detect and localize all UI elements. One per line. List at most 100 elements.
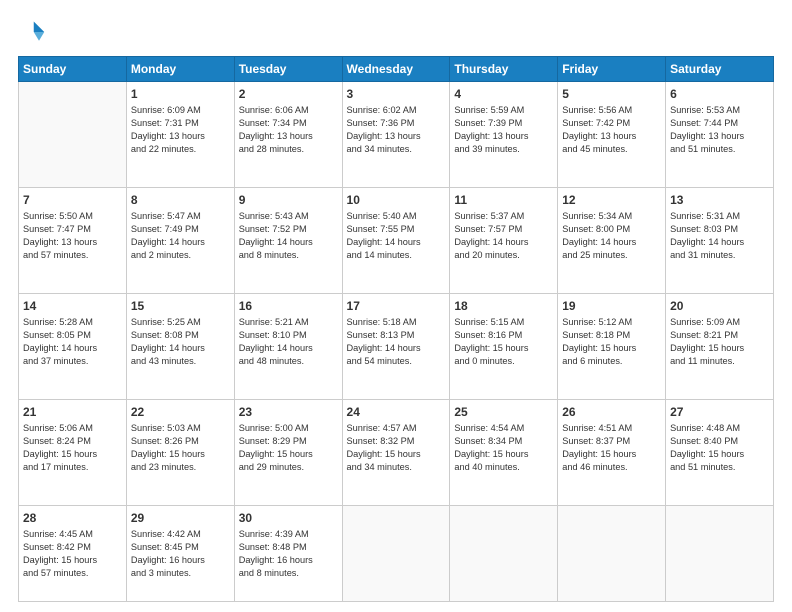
calendar-cell: 9 Sunrise: 5:43 AM Sunset: 7:52 PM Daylig… xyxy=(234,187,342,293)
day-number: 15 xyxy=(131,298,230,314)
calendar-cell: 28 Sunrise: 4:45 AM Sunset: 8:42 PM Dayli… xyxy=(19,505,127,601)
day-number: 22 xyxy=(131,404,230,420)
day-number: 21 xyxy=(23,404,122,420)
day-number: 11 xyxy=(454,192,553,208)
day-number: 16 xyxy=(239,298,338,314)
day-number: 20 xyxy=(670,298,769,314)
header xyxy=(18,18,774,46)
week-row-3: 14 Sunrise: 5:28 AM Sunset: 8:05 PM Dayli… xyxy=(19,293,774,399)
day-number: 26 xyxy=(562,404,661,420)
calendar-cell: 29 Sunrise: 4:42 AM Sunset: 8:45 PM Dayli… xyxy=(126,505,234,601)
day-info: Sunrise: 4:45 AM Sunset: 8:42 PM Dayligh… xyxy=(23,528,122,580)
week-row-1: 1Sunrise: 6:09 AM Sunset: 7:31 PM Daylig… xyxy=(19,82,774,188)
calendar-cell: 23 Sunrise: 5:00 AM Sunset: 8:29 PM Dayli… xyxy=(234,399,342,505)
day-info: Sunrise: 5:50 AM Sunset: 7:47 PM Dayligh… xyxy=(23,210,122,262)
day-number: 12 xyxy=(562,192,661,208)
day-number: 23 xyxy=(239,404,338,420)
calendar-cell xyxy=(450,505,558,601)
day-number: 24 xyxy=(347,404,446,420)
day-number: 3 xyxy=(347,86,446,102)
calendar-cell: 3 Sunrise: 6:02 AM Sunset: 7:36 PM Daylig… xyxy=(342,82,450,188)
calendar-table: SundayMondayTuesdayWednesdayThursdayFrid… xyxy=(18,56,774,602)
day-number: 5 xyxy=(562,86,661,102)
day-number: 7 xyxy=(23,192,122,208)
day-number: 14 xyxy=(23,298,122,314)
calendar-cell xyxy=(19,82,127,188)
day-info: Sunrise: 5:47 AM Sunset: 7:49 PM Dayligh… xyxy=(131,210,230,262)
calendar-cell: 19 Sunrise: 5:12 AM Sunset: 8:18 PM Dayli… xyxy=(558,293,666,399)
day-info: Sunrise: 4:57 AM Sunset: 8:32 PM Dayligh… xyxy=(347,422,446,474)
week-row-5: 28 Sunrise: 4:45 AM Sunset: 8:42 PM Dayli… xyxy=(19,505,774,601)
calendar-cell xyxy=(342,505,450,601)
calendar-cell xyxy=(666,505,774,601)
day-number: 30 xyxy=(239,510,338,526)
day-info: Sunrise: 5:25 AM Sunset: 8:08 PM Dayligh… xyxy=(131,316,230,368)
day-info: Sunrise: 5:40 AM Sunset: 7:55 PM Dayligh… xyxy=(347,210,446,262)
day-info: Sunrise: 5:59 AM Sunset: 7:39 PM Dayligh… xyxy=(454,104,553,156)
day-number: 2 xyxy=(239,86,338,102)
day-number: 10 xyxy=(347,192,446,208)
calendar-cell: 5 Sunrise: 5:56 AM Sunset: 7:42 PM Daylig… xyxy=(558,82,666,188)
calendar-cell xyxy=(558,505,666,601)
day-info: Sunrise: 4:42 AM Sunset: 8:45 PM Dayligh… xyxy=(131,528,230,580)
calendar-cell: 24 Sunrise: 4:57 AM Sunset: 8:32 PM Dayli… xyxy=(342,399,450,505)
calendar-cell: 4 Sunrise: 5:59 AM Sunset: 7:39 PM Daylig… xyxy=(450,82,558,188)
calendar-cell: 11 Sunrise: 5:37 AM Sunset: 7:57 PM Dayli… xyxy=(450,187,558,293)
weekday-header-tuesday: Tuesday xyxy=(234,57,342,82)
day-info: Sunrise: 5:15 AM Sunset: 8:16 PM Dayligh… xyxy=(454,316,553,368)
calendar-cell: 21Sunrise: 5:06 AM Sunset: 8:24 PM Dayli… xyxy=(19,399,127,505)
day-number: 1 xyxy=(131,86,230,102)
calendar-cell: 10 Sunrise: 5:40 AM Sunset: 7:55 PM Dayli… xyxy=(342,187,450,293)
weekday-header-friday: Friday xyxy=(558,57,666,82)
page: SundayMondayTuesdayWednesdayThursdayFrid… xyxy=(0,0,792,612)
calendar-cell: 17Sunrise: 5:18 AM Sunset: 8:13 PM Dayli… xyxy=(342,293,450,399)
calendar-cell: 18 Sunrise: 5:15 AM Sunset: 8:16 PM Dayli… xyxy=(450,293,558,399)
calendar-cell: 8 Sunrise: 5:47 AM Sunset: 7:49 PM Daylig… xyxy=(126,187,234,293)
weekday-header-wednesday: Wednesday xyxy=(342,57,450,82)
weekday-header-thursday: Thursday xyxy=(450,57,558,82)
day-info: Sunrise: 5:34 AM Sunset: 8:00 PM Dayligh… xyxy=(562,210,661,262)
day-number: 28 xyxy=(23,510,122,526)
calendar-cell: 22 Sunrise: 5:03 AM Sunset: 8:26 PM Dayli… xyxy=(126,399,234,505)
weekday-header-saturday: Saturday xyxy=(666,57,774,82)
day-info: Sunrise: 5:53 AM Sunset: 7:44 PM Dayligh… xyxy=(670,104,769,156)
calendar-cell: 26Sunrise: 4:51 AM Sunset: 8:37 PM Dayli… xyxy=(558,399,666,505)
day-number: 8 xyxy=(131,192,230,208)
day-number: 9 xyxy=(239,192,338,208)
day-number: 18 xyxy=(454,298,553,314)
day-info: Sunrise: 5:03 AM Sunset: 8:26 PM Dayligh… xyxy=(131,422,230,474)
day-info: Sunrise: 4:39 AM Sunset: 8:48 PM Dayligh… xyxy=(239,528,338,580)
calendar-cell: 16 Sunrise: 5:21 AM Sunset: 8:10 PM Dayli… xyxy=(234,293,342,399)
week-row-4: 21Sunrise: 5:06 AM Sunset: 8:24 PM Dayli… xyxy=(19,399,774,505)
calendar-cell: 1Sunrise: 6:09 AM Sunset: 7:31 PM Daylig… xyxy=(126,82,234,188)
calendar-cell: 20 Sunrise: 5:09 AM Sunset: 8:21 PM Dayli… xyxy=(666,293,774,399)
day-info: Sunrise: 5:00 AM Sunset: 8:29 PM Dayligh… xyxy=(239,422,338,474)
day-info: Sunrise: 5:31 AM Sunset: 8:03 PM Dayligh… xyxy=(670,210,769,262)
calendar-cell: 7 Sunrise: 5:50 AM Sunset: 7:47 PM Daylig… xyxy=(19,187,127,293)
day-info: Sunrise: 5:21 AM Sunset: 8:10 PM Dayligh… xyxy=(239,316,338,368)
day-number: 6 xyxy=(670,86,769,102)
day-info: Sunrise: 5:09 AM Sunset: 8:21 PM Dayligh… xyxy=(670,316,769,368)
day-info: Sunrise: 5:28 AM Sunset: 8:05 PM Dayligh… xyxy=(23,316,122,368)
day-info: Sunrise: 5:43 AM Sunset: 7:52 PM Dayligh… xyxy=(239,210,338,262)
day-number: 13 xyxy=(670,192,769,208)
logo-icon xyxy=(18,18,46,46)
day-info: Sunrise: 4:48 AM Sunset: 8:40 PM Dayligh… xyxy=(670,422,769,474)
day-info: Sunrise: 6:06 AM Sunset: 7:34 PM Dayligh… xyxy=(239,104,338,156)
day-number: 19 xyxy=(562,298,661,314)
calendar-cell: 2 Sunrise: 6:06 AM Sunset: 7:34 PM Daylig… xyxy=(234,82,342,188)
calendar-cell: 14 Sunrise: 5:28 AM Sunset: 8:05 PM Dayli… xyxy=(19,293,127,399)
day-info: Sunrise: 5:18 AM Sunset: 8:13 PM Dayligh… xyxy=(347,316,446,368)
day-info: Sunrise: 5:56 AM Sunset: 7:42 PM Dayligh… xyxy=(562,104,661,156)
calendar-cell: 6 Sunrise: 5:53 AM Sunset: 7:44 PM Daylig… xyxy=(666,82,774,188)
weekday-header-sunday: Sunday xyxy=(19,57,127,82)
day-info: Sunrise: 5:37 AM Sunset: 7:57 PM Dayligh… xyxy=(454,210,553,262)
calendar-cell: 30 Sunrise: 4:39 AM Sunset: 8:48 PM Dayli… xyxy=(234,505,342,601)
day-info: Sunrise: 4:54 AM Sunset: 8:34 PM Dayligh… xyxy=(454,422,553,474)
weekday-header-monday: Monday xyxy=(126,57,234,82)
day-info: Sunrise: 5:12 AM Sunset: 8:18 PM Dayligh… xyxy=(562,316,661,368)
day-number: 4 xyxy=(454,86,553,102)
week-row-2: 7 Sunrise: 5:50 AM Sunset: 7:47 PM Daylig… xyxy=(19,187,774,293)
day-number: 29 xyxy=(131,510,230,526)
day-info: Sunrise: 6:02 AM Sunset: 7:36 PM Dayligh… xyxy=(347,104,446,156)
